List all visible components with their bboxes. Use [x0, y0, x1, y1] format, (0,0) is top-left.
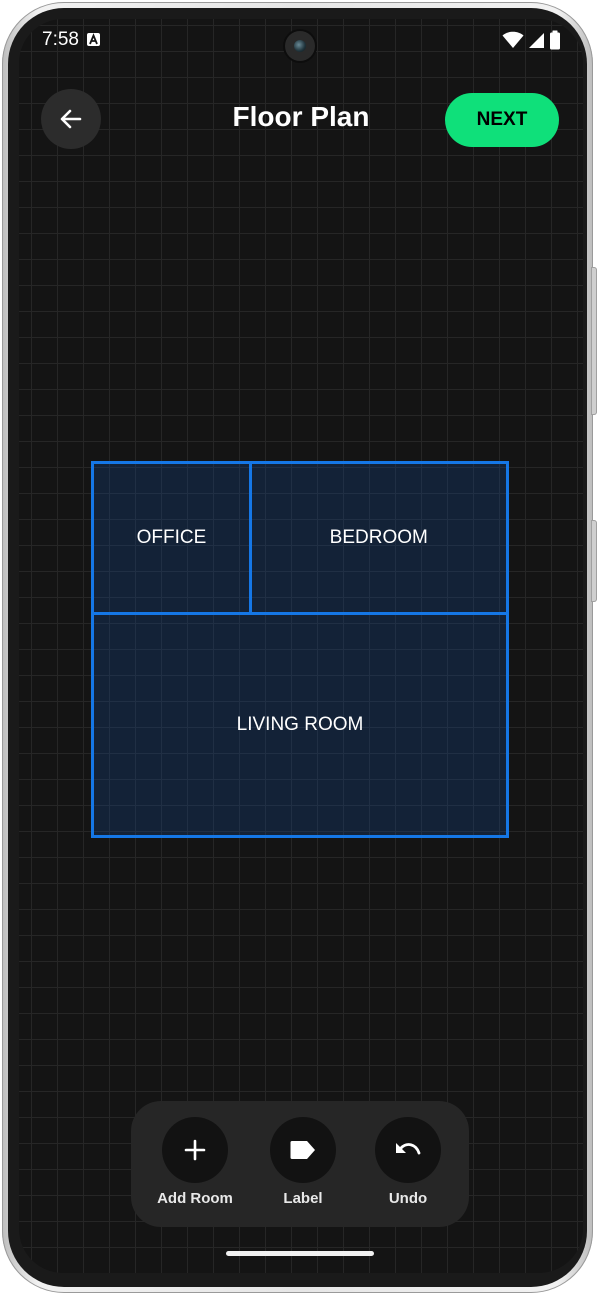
add-room-button[interactable]: Add Room [145, 1117, 245, 1207]
room-label: OFFICE [136, 527, 207, 548]
battery-icon [550, 30, 560, 50]
undo-label: Undo [388, 1190, 428, 1207]
room-label: LIVING ROOM [236, 713, 364, 735]
wifi-icon [502, 31, 524, 48]
undo-icon [396, 1143, 421, 1155]
undo-button[interactable]: Undo [358, 1117, 458, 1207]
label-button[interactable]: Label [253, 1117, 353, 1207]
status-icons [502, 30, 561, 50]
label-label: Label [283, 1190, 323, 1207]
label-icon-circle [270, 1117, 336, 1183]
phone-frame: 7:58 Floor Plan NEXT OFFICE BEDROOM LIVI… [2, 2, 597, 1293]
home-indicator[interactable] [226, 1251, 374, 1256]
power-button [591, 267, 597, 415]
status-time: 7:58 [42, 29, 79, 50]
undo-icon-circle [375, 1117, 441, 1183]
plus-icon [184, 1139, 206, 1161]
signal-icon [529, 33, 544, 48]
room-label: BEDROOM [329, 527, 428, 548]
bottom-toolbar: Add Room Label Undo [131, 1101, 469, 1227]
add-room-icon-circle [162, 1117, 228, 1183]
next-button[interactable]: NEXT [445, 93, 559, 147]
text-a-icon [87, 33, 100, 46]
front-camera [285, 31, 315, 61]
room-living-room[interactable]: LIVING ROOM [91, 611, 509, 838]
tag-icon [290, 1141, 315, 1159]
room-office[interactable]: OFFICE [91, 461, 252, 615]
add-room-label: Add Room [157, 1190, 233, 1207]
room-bedroom[interactable]: BEDROOM [248, 461, 509, 615]
screen: 7:58 Floor Plan NEXT OFFICE BEDROOM LIVI… [19, 19, 583, 1273]
floor-plan: OFFICE BEDROOM LIVING ROOM [91, 461, 509, 838]
volume-button [591, 520, 597, 602]
status-bar: 7:58 [19, 19, 583, 63]
